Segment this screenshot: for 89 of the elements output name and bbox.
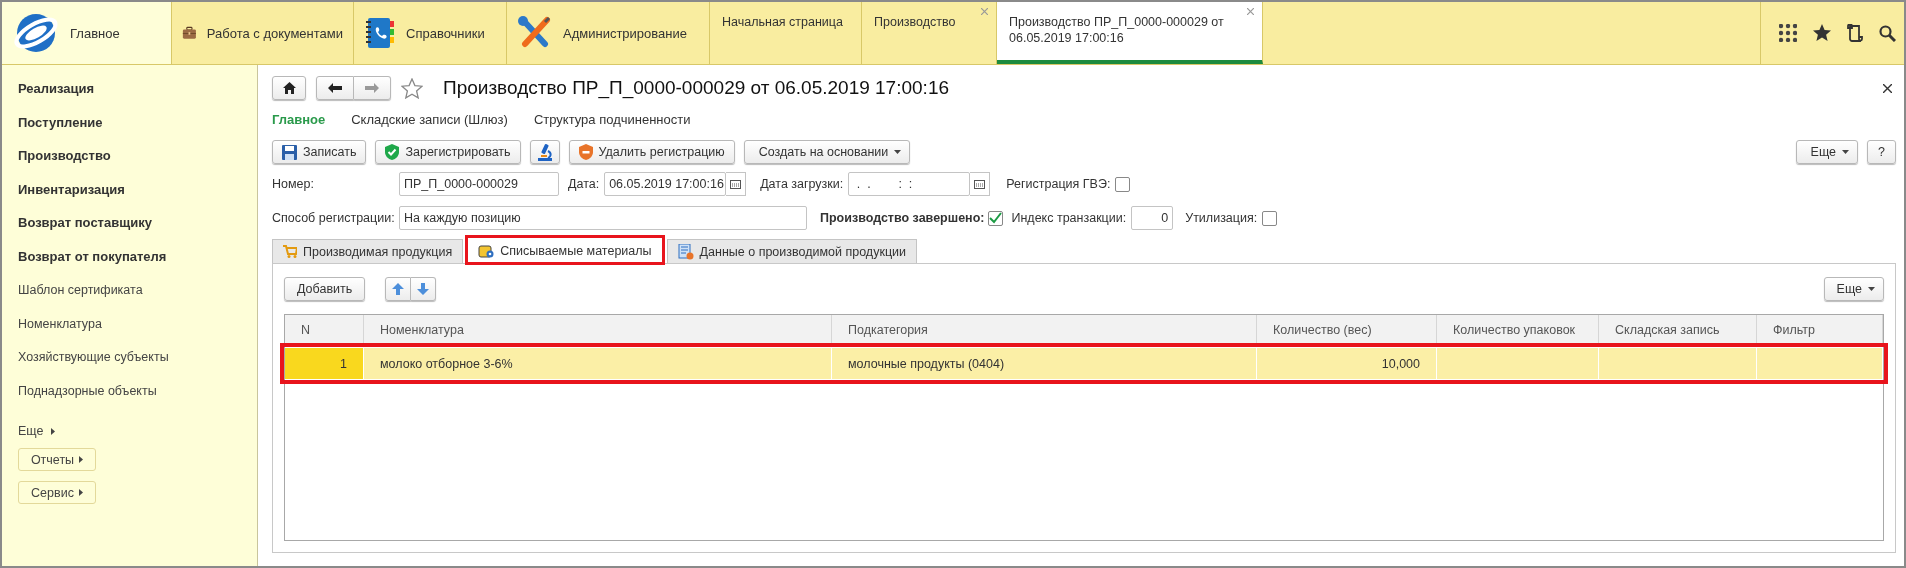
form-tab[interactable]: Главное <box>272 111 326 127</box>
form-tab[interactable]: Производимая продукция <box>272 239 464 263</box>
caret-icon <box>51 427 56 435</box>
input-field[interactable]: 0 <box>1131 206 1174 230</box>
left-arrow-icon <box>328 83 342 93</box>
form-tab[interactable]: Списываемые материалы <box>467 237 663 263</box>
microscope-icon <box>536 143 553 161</box>
search-icon[interactable] <box>1879 24 1896 42</box>
document-badge-icon <box>677 243 694 260</box>
star-icon[interactable] <box>1813 24 1831 42</box>
star-outline-icon[interactable] <box>401 77 423 99</box>
sidebar-item[interactable]: Производство <box>18 148 111 163</box>
shield-minus-icon <box>578 144 593 160</box>
field-label: Дата загрузки: <box>760 177 844 191</box>
right-arrow-icon <box>365 83 379 93</box>
sidebar-item[interactable]: Инвентаризация <box>18 181 125 197</box>
form-tab[interactable]: Структура подчиненности <box>533 111 691 127</box>
form-tab[interactable]: Данные о производимой продукции <box>666 239 917 263</box>
dropdown-button[interactable]: Создать на основании <box>743 140 911 164</box>
field-label: Дата: <box>568 177 600 191</box>
input-field[interactable]: На каждую позицию <box>399 206 807 230</box>
calendar-button[interactable] <box>970 172 991 196</box>
move-down-button[interactable] <box>411 277 437 301</box>
register-button[interactable]: Зарегистрировать <box>375 140 521 164</box>
add-button[interactable]: Добавить <box>284 277 366 301</box>
table-cell: 10,000 <box>1381 356 1420 371</box>
calendar-icon <box>974 179 986 189</box>
close-icon[interactable] <box>1883 83 1892 93</box>
field-label: Утилизация: <box>1185 211 1258 225</box>
cart-icon <box>283 245 297 258</box>
sidebar-item[interactable]: Поступление <box>18 114 103 130</box>
input-field[interactable]: 06.05.2019 17:00:16 <box>604 172 727 196</box>
back-button[interactable] <box>316 76 354 100</box>
field-label: Регистрация ГВЭ: <box>1006 177 1111 191</box>
menu-button[interactable]: Сервис <box>18 481 96 504</box>
delete-registration-button[interactable]: Удалить регистрацию <box>568 140 735 164</box>
field-label: Индекс транзакции: <box>1011 211 1127 225</box>
sidebar-item[interactable]: Хозяйствующие субъекты <box>18 350 169 364</box>
move-up-button[interactable] <box>385 277 412 301</box>
shield-check-icon <box>385 144 400 160</box>
sidebar-item[interactable]: Реализация <box>18 81 95 96</box>
home-button[interactable] <box>272 76 306 100</box>
table-row[interactable]: 1 молоко отборное 3-6% молочные продукты (0404) 10,000 <box>285 348 1883 379</box>
form-tab[interactable]: Складские записи (Шлюз) <box>351 111 508 127</box>
document-icon[interactable] <box>1847 24 1863 42</box>
apps-icon[interactable] <box>1779 24 1797 42</box>
menu-button[interactable]: Отчеты <box>18 448 96 471</box>
down-arrow-icon <box>417 283 430 295</box>
input-field[interactable]: . . : : <box>848 172 971 196</box>
caret-icon <box>1868 287 1875 291</box>
field-label: Номер: <box>272 177 315 191</box>
field-label: Способ регистрации: <box>272 211 396 225</box>
caret-icon <box>78 489 83 496</box>
document-title: Производство ПР_П_0000-000029 от 06.05.2019 17:00:16 <box>443 77 949 99</box>
caret-icon <box>79 456 84 463</box>
box-gear-icon <box>478 242 495 259</box>
section-button[interactable]: Главное <box>2 2 172 64</box>
more-link[interactable]: Еще <box>18 416 56 446</box>
sidebar-item[interactable]: Поднадзорные объекты <box>18 383 157 398</box>
checkbox[interactable] <box>1262 210 1278 226</box>
microscope-button[interactable] <box>529 140 560 164</box>
wrench-and-screwdriver-icon <box>517 16 553 50</box>
table-cell: молочные продукты (0404) <box>848 356 1005 371</box>
checkmark-icon <box>989 212 1003 224</box>
more-button[interactable]: Еще <box>1823 277 1884 301</box>
checkbox[interactable] <box>988 210 1004 226</box>
help-button[interactable]: ? <box>1867 140 1896 164</box>
home-icon <box>282 82 296 94</box>
sidebar-item[interactable]: Шаблон сертификата <box>18 283 143 297</box>
table-cell: молоко отборное 3-6% <box>380 356 513 371</box>
section-button[interactable]: Работа с документами <box>172 2 354 64</box>
table-cell: 1 <box>340 356 347 371</box>
sidebar-item[interactable]: Возврат от покупателя <box>18 248 167 264</box>
save-button[interactable]: Записать <box>272 140 367 164</box>
caret-icon <box>1842 150 1850 154</box>
globe-logo-icon <box>12 11 60 55</box>
dropdown-button[interactable]: Еще <box>1795 140 1859 164</box>
calendar-button[interactable] <box>726 172 747 196</box>
section-button[interactable]: Справочники <box>354 2 507 64</box>
page-tab[interactable]: Производство ПР_П_0000-000029 от 06.05.2019 17:00:16 <box>997 2 1263 64</box>
up-arrow-icon <box>392 283 405 295</box>
input-field[interactable]: ПР_П_0000-000029 <box>399 172 559 196</box>
caret-icon <box>894 150 902 154</box>
sidebar-item[interactable]: Возврат поставщику <box>18 215 152 230</box>
checkbox[interactable] <box>1115 176 1131 192</box>
field-label: Производство завершено: <box>820 211 985 225</box>
calendar-icon <box>730 179 742 189</box>
address-book-icon <box>364 16 396 50</box>
sidebar-item[interactable]: Номенклатура <box>18 316 102 331</box>
